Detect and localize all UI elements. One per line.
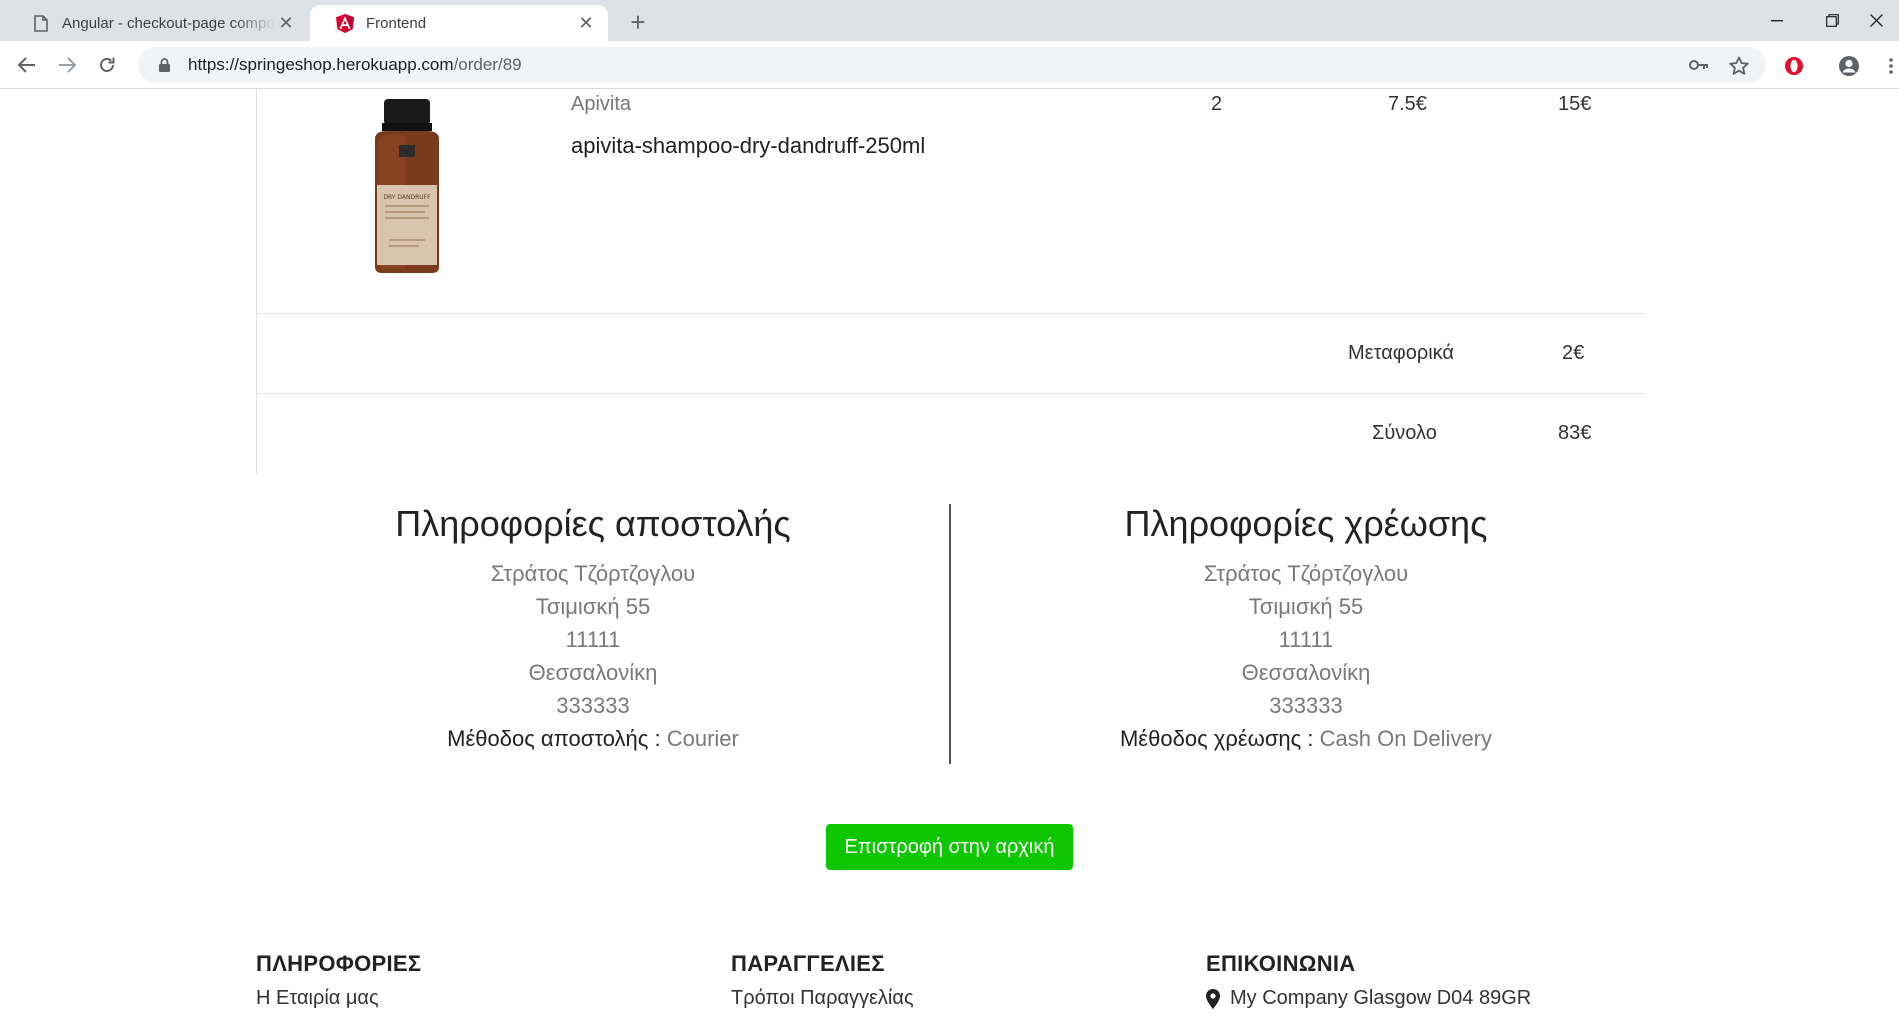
close-window-icon[interactable] bbox=[1849, 0, 1899, 41]
tab-title: Frontend bbox=[366, 14, 427, 32]
footer-info: ΠΛΗΡΟΦΟΡΙΕΣ Η Εταιρία μας bbox=[256, 951, 421, 1010]
reload-icon[interactable] bbox=[91, 49, 123, 81]
product-brand: Apivita bbox=[571, 93, 632, 115]
angular-icon bbox=[336, 13, 354, 33]
url-path: /order/89 bbox=[453, 55, 522, 74]
close-icon[interactable]: ✕ bbox=[276, 13, 296, 33]
close-icon[interactable]: ✕ bbox=[576, 13, 596, 33]
billing-postcode: 11111 bbox=[1278, 627, 1334, 652]
shipping-info-heading: Πληροφορίες αποστολής bbox=[395, 503, 791, 544]
more-icon[interactable] bbox=[1880, 55, 1899, 77]
billing-method-label: Μέθοδος χρέωσης : bbox=[1119, 726, 1314, 751]
shipping-cost-value: 2€ bbox=[1562, 342, 1585, 364]
forward-icon[interactable] bbox=[51, 49, 83, 81]
back-icon[interactable] bbox=[11, 49, 43, 81]
shipping-cost-label: Μεταφορικά bbox=[1348, 342, 1454, 364]
product-image[interactable]: DRY DANDRUFF bbox=[365, 99, 449, 274]
footer-orders-heading: ΠΑΡΑΓΓΕΛΙΕΣ bbox=[731, 951, 885, 976]
plus-icon[interactable]: + bbox=[624, 9, 652, 37]
product-name[interactable]: apivita-shampoo-dry-dandruff-250ml bbox=[571, 133, 925, 159]
footer-link-company[interactable]: Η Εταιρία μας bbox=[256, 987, 421, 1010]
star-icon[interactable] bbox=[1729, 55, 1749, 75]
billing-phone: 333333 bbox=[1269, 693, 1343, 718]
tab-angular-checkout[interactable]: Angular - checkout-page compo ✕ bbox=[6, 5, 308, 41]
tab-strip: Angular - checkout-page compo ✕ Frontend… bbox=[0, 0, 1899, 41]
billing-street: Τσιμισκή 55 bbox=[1248, 594, 1364, 619]
account-icon[interactable] bbox=[1838, 55, 1860, 77]
billing-info: Πληροφορίες χρέωσης Στράτος Τζόρτζογλου … bbox=[1006, 501, 1606, 755]
billing-method-value: Cash On Delivery bbox=[1319, 726, 1492, 751]
page-content: DRY DANDRUFF Apivita apivita-shampoo-dry… bbox=[0, 89, 1899, 1028]
product-image-label: DRY DANDRUFF bbox=[383, 194, 431, 201]
return-home-button[interactable]: Επιστροφή στην αρχική bbox=[826, 824, 1073, 870]
tab-frontend[interactable]: Frontend ✕ bbox=[310, 5, 608, 41]
shipping-method-label: Μέθοδος αποστολής : bbox=[447, 726, 661, 751]
footer-orders: ΠΑΡΑΓΓΕΛΙΕΣ Τρόποι Παραγγελίας bbox=[731, 951, 914, 1010]
url-text: https://springeshop.herokuapp.com/order/… bbox=[188, 55, 522, 75]
shipping-street: Τσιμισκή 55 bbox=[535, 594, 651, 619]
footer-address-text: My Company Glasgow D04 89GR bbox=[1230, 987, 1532, 1009]
billing-info-heading: Πληροφορίες χρέωσης bbox=[1124, 503, 1488, 544]
shipping-name: Στράτος Τζόρτζογλου bbox=[490, 561, 696, 586]
document-icon bbox=[32, 14, 50, 32]
footer-link-order-methods[interactable]: Τρόποι Παραγγελίας bbox=[731, 987, 914, 1010]
opera-icon[interactable] bbox=[1783, 55, 1805, 77]
footer-contact-address: My Company Glasgow D04 89GR bbox=[1206, 987, 1531, 1010]
divider bbox=[257, 393, 1644, 394]
product-unit-price: 7.5€ bbox=[1388, 93, 1427, 115]
shipping-city: Θεσσαλονίκη bbox=[528, 660, 658, 685]
product-line-total: 15€ bbox=[1558, 93, 1592, 115]
order-summary: DRY DANDRUFF Apivita apivita-shampoo-dry… bbox=[256, 89, 1644, 474]
minimize-icon[interactable] bbox=[1749, 0, 1804, 41]
product-quantity: 2 bbox=[1211, 93, 1223, 115]
lock-icon[interactable] bbox=[154, 55, 174, 75]
address-bar[interactable]: https://springeshop.herokuapp.com/order/… bbox=[138, 47, 1766, 83]
divider bbox=[257, 313, 1644, 314]
url-host: https://springeshop.herokuapp.com bbox=[188, 55, 454, 74]
shipping-postcode: 11111 bbox=[565, 627, 621, 652]
shipping-info: Πληροφορίες αποστολής Στράτος Τζόρτζογλο… bbox=[293, 501, 893, 755]
key-icon[interactable] bbox=[1689, 55, 1709, 75]
map-marker-icon bbox=[1206, 988, 1220, 1009]
footer-contact-heading: ΕΠΙΚΟΙΝΩΝΙΑ bbox=[1206, 951, 1356, 976]
footer-contact: ΕΠΙΚΟΙΝΩΝΙΑ My Company Glasgow D04 89GR bbox=[1206, 951, 1531, 1010]
tab-title: Angular - checkout-page compo bbox=[62, 14, 275, 32]
footer-info-heading: ΠΛΗΡΟΦΟΡΙΕΣ bbox=[256, 951, 422, 976]
shipping-method-value: Courier bbox=[666, 726, 739, 751]
shipping-method: Μέθοδος αποστολής : Courier bbox=[293, 722, 893, 755]
total-label: Σύνολο bbox=[1372, 422, 1437, 444]
browser-toolbar: https://springeshop.herokuapp.com/order/… bbox=[0, 41, 1899, 89]
billing-city: Θεσσαλονίκη bbox=[1241, 660, 1371, 685]
info-divider bbox=[949, 504, 951, 764]
total-value: 83€ bbox=[1558, 422, 1592, 444]
shipping-phone: 333333 bbox=[556, 693, 630, 718]
billing-name: Στράτος Τζόρτζογλου bbox=[1203, 561, 1409, 586]
billing-method: Μέθοδος χρέωσης : Cash On Delivery bbox=[1006, 722, 1606, 755]
